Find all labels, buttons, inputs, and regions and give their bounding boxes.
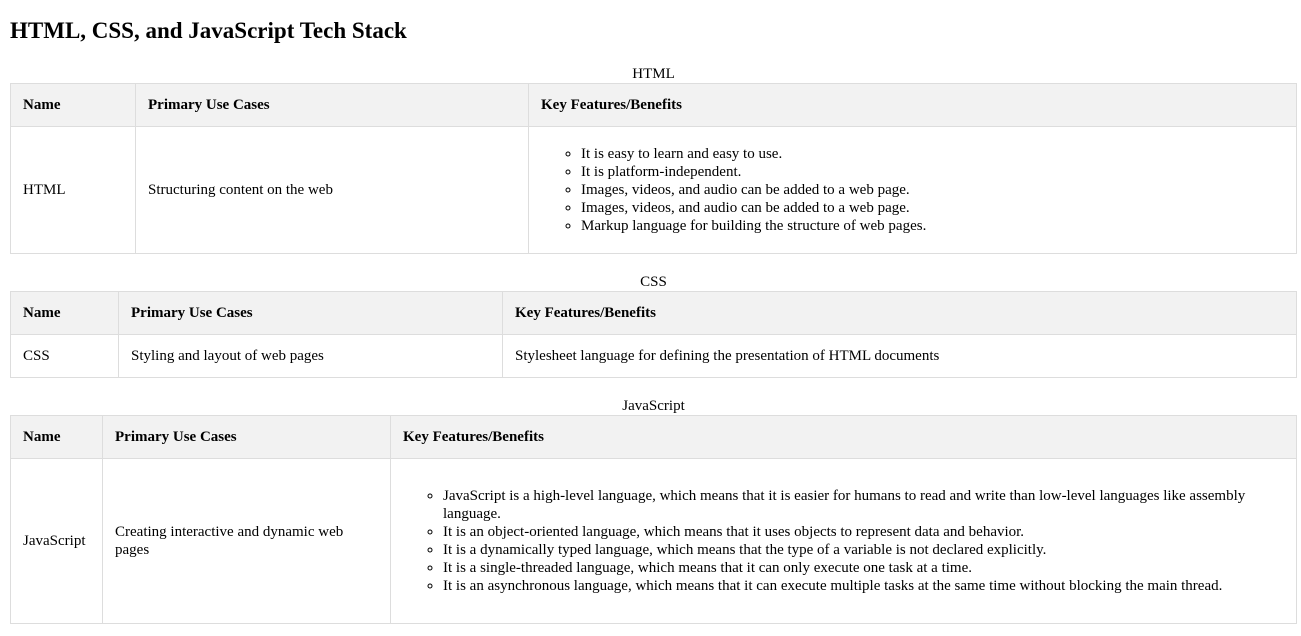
- table-header-row: Name Primary Use Cases Key Features/Bene…: [10, 415, 1297, 459]
- list-item: Images, videos, and audio can be added t…: [581, 181, 1284, 199]
- header-features: Key Features/Benefits: [528, 83, 1297, 127]
- list-item: It is a dynamically typed language, whic…: [443, 541, 1284, 559]
- cell-features: Stylesheet language for defining the pre…: [502, 334, 1297, 378]
- css-section: CSS Name Primary Use Cases Key Features/…: [10, 273, 1297, 378]
- list-item: It is an object-oriented language, which…: [443, 523, 1284, 541]
- header-name: Name: [10, 83, 136, 127]
- list-item: Markup language for building the structu…: [581, 217, 1284, 235]
- list-item: Images, videos, and audio can be added t…: [581, 199, 1284, 217]
- header-name: Name: [10, 291, 119, 335]
- table-row: JavaScript Creating interactive and dyna…: [10, 458, 1297, 624]
- cell-features: It is easy to learn and easy to use. It …: [528, 126, 1297, 254]
- page-title: HTML, CSS, and JavaScript Tech Stack: [10, 18, 407, 43]
- page: HTML, CSS, and JavaScript Tech Stack HTM…: [0, 0, 1301, 624]
- features-list: JavaScript is a high-level language, whi…: [403, 487, 1284, 595]
- cell-use-cases: Styling and layout of web pages: [118, 334, 503, 378]
- js-table-caption: JavaScript: [622, 398, 685, 414]
- table-header-row: Name Primary Use Cases Key Features/Bene…: [10, 291, 1297, 335]
- html-table-caption: HTML: [632, 66, 675, 82]
- cell-features: JavaScript is a high-level language, whi…: [390, 458, 1297, 624]
- cell-use-cases: Creating interactive and dynamic web pag…: [102, 458, 391, 624]
- table-row: CSS Styling and layout of web pages Styl…: [10, 334, 1297, 378]
- css-table-caption: CSS: [640, 274, 667, 290]
- header-features: Key Features/Benefits: [390, 415, 1297, 459]
- header-use-cases: Primary Use Cases: [102, 415, 391, 459]
- list-item: It is an asynchronous language, which me…: [443, 577, 1284, 595]
- table-header-row: Name Primary Use Cases Key Features/Bene…: [10, 83, 1297, 127]
- header-use-cases: Primary Use Cases: [118, 291, 503, 335]
- js-section: JavaScript Name Primary Use Cases Key Fe…: [10, 397, 1297, 624]
- header-features: Key Features/Benefits: [502, 291, 1297, 335]
- list-item: It is platform-independent.: [581, 163, 1284, 181]
- features-list: It is easy to learn and easy to use. It …: [541, 145, 1284, 235]
- cell-name: HTML: [10, 126, 136, 254]
- header-name: Name: [10, 415, 103, 459]
- cell-name: CSS: [10, 334, 119, 378]
- list-item: It is a single-threaded language, which …: [443, 559, 1284, 577]
- header-use-cases: Primary Use Cases: [135, 83, 529, 127]
- table-row: HTML Structuring content on the web It i…: [10, 126, 1297, 254]
- cell-use-cases: Structuring content on the web: [135, 126, 529, 254]
- html-table: Name Primary Use Cases Key Features/Bene…: [10, 83, 1297, 254]
- css-table: Name Primary Use Cases Key Features/Bene…: [10, 291, 1297, 378]
- list-item: It is easy to learn and easy to use.: [581, 145, 1284, 163]
- cell-name: JavaScript: [10, 458, 103, 624]
- html-section: HTML Name Primary Use Cases Key Features…: [10, 65, 1297, 254]
- list-item: JavaScript is a high-level language, whi…: [443, 487, 1284, 523]
- js-table: Name Primary Use Cases Key Features/Bene…: [10, 415, 1297, 624]
